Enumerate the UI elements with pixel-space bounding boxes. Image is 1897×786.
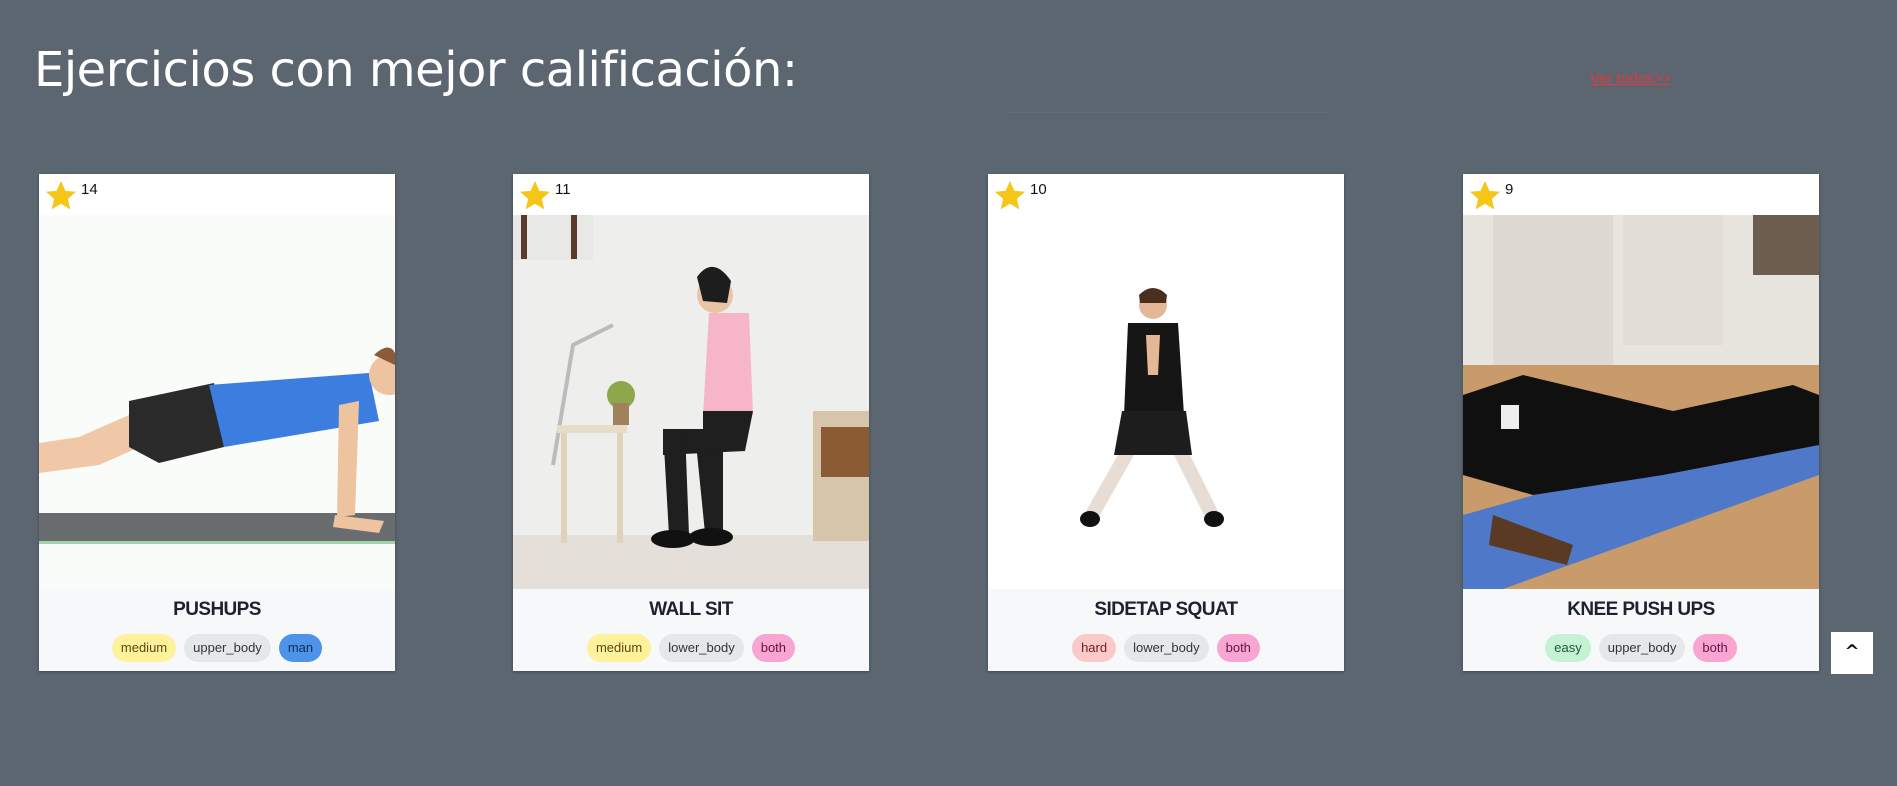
exercise-image (39, 215, 395, 589)
star-icon (46, 181, 76, 210)
star-icon (1470, 181, 1500, 210)
exercise-card-sidetap-squat[interactable]: 10 SIDETAP SQUAT hard lower_body both (988, 174, 1344, 671)
tag-list: medium lower_body both (513, 634, 869, 662)
difficulty-tag: medium (586, 634, 652, 662)
difficulty-tag: hard (1072, 634, 1117, 662)
exercise-card-knee-push-ups[interactable]: 9 KNEE PUSH UPS easy upper_body both (1463, 174, 1819, 671)
card-footer: KNEE PUSH UPS easy upper_body both (1463, 589, 1819, 671)
star-icon (995, 181, 1025, 210)
exercise-card-pushups[interactable]: 14 PUSHUPS medium upper_body man (39, 174, 395, 671)
see-all-link[interactable]: Ver todos>> (1590, 70, 1671, 87)
body-part-tag: lower_body (1124, 634, 1209, 662)
rating-count: 14 (81, 181, 98, 198)
body-part-tag: upper_body (1598, 634, 1686, 662)
exercise-name: KNEE PUSH UPS (1567, 599, 1715, 620)
gender-tag: both (751, 634, 796, 662)
exercise-image (988, 215, 1344, 589)
rating: 9 (1467, 178, 1513, 214)
exercise-name: WALL SIT (649, 599, 733, 620)
caret-up-icon: ^ (1844, 641, 1860, 662)
card-footer: PUSHUPS medium upper_body man (39, 589, 395, 671)
rating-count: 9 (1505, 181, 1514, 198)
scroll-to-top-button[interactable]: ^ (1830, 631, 1874, 675)
gender-tag: both (1216, 634, 1260, 662)
exercise-name: PUSHUPS (173, 599, 261, 620)
rating-count: 10 (1030, 181, 1047, 198)
difficulty-tag: easy (1545, 634, 1591, 662)
tag-list: easy upper_body both (1463, 634, 1819, 662)
tag-list: hard lower_body both (988, 634, 1344, 662)
rating-count: 11 (555, 181, 571, 198)
body-part-tag: lower_body (659, 634, 744, 662)
rating: 14 (43, 178, 98, 214)
exercise-card-wall-sit[interactable]: 11 WALL SIT medium lower_body both (513, 174, 869, 671)
card-footer: SIDETAP SQUAT hard lower_body both (988, 589, 1344, 671)
rating: 11 (517, 178, 571, 214)
page-title: Ejercicios con mejor calificación: (34, 42, 798, 98)
tag-list: medium upper_body man (39, 634, 395, 662)
divider (1010, 112, 1330, 113)
body-part-tag: upper_body (184, 634, 271, 662)
gender-tag: man (278, 634, 323, 662)
star-icon (520, 181, 550, 210)
gender-tag: both (1693, 634, 1737, 662)
exercise-name: SIDETAP SQUAT (1094, 599, 1238, 620)
exercise-image (513, 215, 869, 589)
exercise-image (1463, 215, 1819, 589)
rating: 10 (992, 178, 1047, 214)
difficulty-tag: medium (111, 634, 177, 662)
card-footer: WALL SIT medium lower_body both (513, 589, 869, 671)
